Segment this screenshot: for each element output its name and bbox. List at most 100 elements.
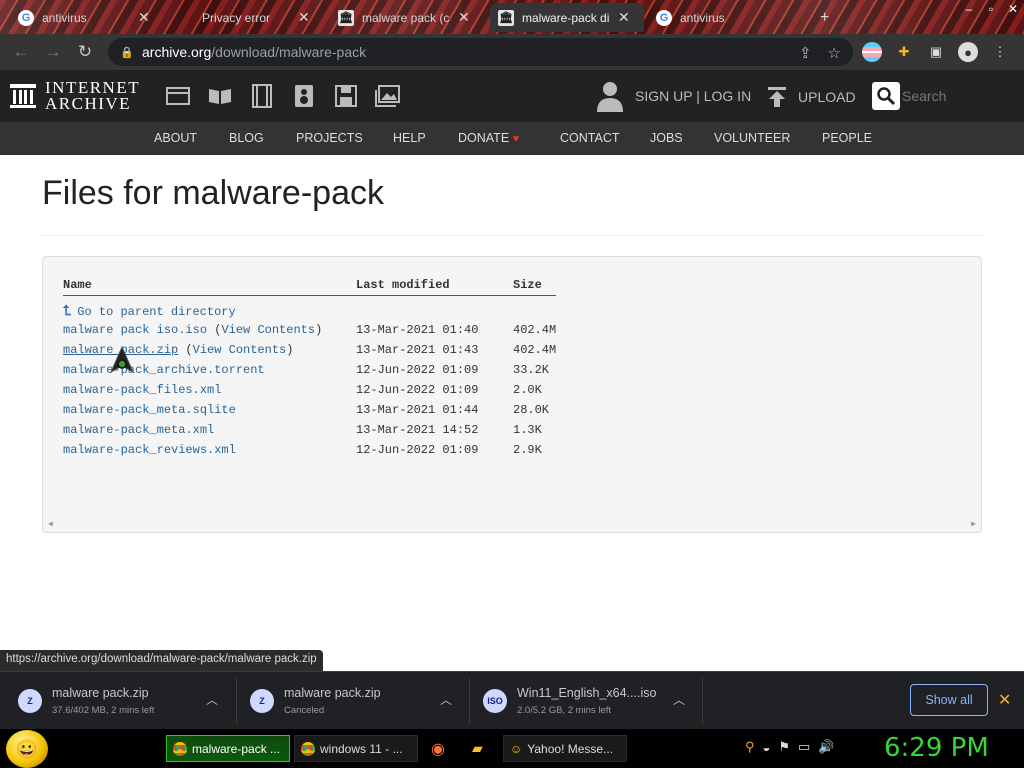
tab-title: antivirus [42,10,87,25]
nav-blog[interactable]: BLOG [229,131,264,145]
close-window-icon[interactable]: ✕ [1002,0,1024,18]
close-icon[interactable]: ✕ [298,9,310,26]
nav-contact[interactable]: CONTACT [560,131,620,145]
archive-icon: 🏛 [498,9,514,26]
taskbar-folder[interactable]: ▰ [465,735,497,762]
chevron-up-icon[interactable]: ︿ [206,691,218,708]
start-button-smiley-icon[interactable]: 😀 [6,730,48,768]
nav-projects[interactable]: PROJECTS [296,131,363,145]
address-bar[interactable]: 🔒 archive.org/download/malware-pack ⇪ ☆ [108,38,853,66]
texts-book-icon[interactable] [207,84,233,108]
window-controls: – ▫ ✕ [958,0,1024,18]
folder-icon: ▰ [472,740,483,756]
taskbar-firefox[interactable]: ◉ [424,735,456,762]
chevron-up-icon[interactable]: ︿ [673,691,685,708]
action-center-flag-icon[interactable]: ⚑ [778,739,790,755]
software-floppy-icon[interactable] [333,84,359,108]
share-icon[interactable]: ⇪ [799,44,812,62]
volume-icon[interactable]: 🔊 [818,739,834,755]
view-contents-link[interactable]: View Contents [193,343,287,357]
tab-malware-pack-cc[interactable]: 🏛 malware pack (cc ✕ [330,3,478,32]
system-tray: ⚲ ◒ ⚑ ▭ 🔊 [745,739,835,755]
file-link[interactable]: malware-pack_archive.torrent [63,363,265,377]
close-icon[interactable]: ✕ [458,9,470,26]
back-button[interactable]: ← [6,37,36,67]
side-panel-icon[interactable]: ▣ [926,42,946,62]
close-icon[interactable]: ✕ [998,690,1011,710]
separator [702,678,703,724]
file-link[interactable]: malware-pack_meta.sqlite [63,403,236,417]
file-modified: 13-Mar-2021 14:52 [356,423,479,437]
upload-arrow-icon [768,87,786,107]
tab-malware-pack-dir[interactable]: 🏛 malware-pack dir ✕ [490,3,644,32]
taskbar: 😀 malware-pack ... windows 11 - ... ◉ ▰ … [0,729,1024,768]
web-icon[interactable] [165,84,191,108]
view-contents-link[interactable]: View Contents [221,323,315,337]
maximize-icon[interactable]: ▫ [980,0,1002,18]
tab-title: malware pack (cc [362,10,450,25]
download-item[interactable]: Z malware pack.zip Canceled ︿ [250,681,460,721]
signup-login-link[interactable]: SIGN UP | LOG IN [635,88,751,104]
file-row: malware-pack_meta.xml 13-Mar-2021 14:52 1.… [43,423,981,439]
up-arrow-icon[interactable]: ⮤ [63,303,71,319]
tab-antivirus-1[interactable]: G antivirus ✕ [10,3,158,32]
new-tab-button[interactable]: + [812,3,837,32]
file-link[interactable]: malware-pack_reviews.xml [63,443,236,457]
nav-about[interactable]: ABOUT [154,131,197,145]
taskbar-label: Yahoo! Messe... [527,741,614,756]
nav-volunteer[interactable]: VOLUNTEER [714,131,790,145]
url-path: /download/malware-pack [211,44,367,60]
download-item[interactable]: Z malware pack.zip 37.6/402 MB, 2 mins l… [18,681,228,721]
file-modified: 13-Mar-2021 01:44 [356,403,479,417]
search-tray-icon[interactable]: ⚲ [745,739,755,755]
scroll-left-arrow[interactable]: ◀ [48,519,53,529]
nav-help[interactable]: HELP [393,131,426,145]
audio-speaker-icon[interactable] [291,84,317,108]
menu-kebab-icon[interactable]: ⋮ [990,42,1010,62]
archive-temple-icon [10,84,36,108]
header-rule [63,295,556,296]
url-host: archive.org [142,44,212,60]
clock[interactable]: 6:29 PM [884,733,989,763]
file-link[interactable]: malware-pack_files.xml [63,383,221,397]
network-icon[interactable]: ▭ [798,739,810,755]
show-all-button[interactable]: Show all [910,684,988,716]
chevron-up-icon[interactable]: ︿ [440,691,452,708]
busy-cursor-icon [110,346,134,374]
nav-donate[interactable]: DONATE ♥ [458,131,519,145]
download-status: 2.0/5.2 GB, 2 mins left [517,705,611,716]
search-icon[interactable] [872,82,900,110]
taskbar-button-yahoo-messenger[interactable]: ☺ Yahoo! Messe... [503,735,627,762]
file-link[interactable]: malware-pack_meta.xml [63,423,214,437]
taskbar-button-malware-pack[interactable]: malware-pack ... [166,735,290,762]
extensions-puzzle-icon[interactable]: ✚ [894,42,914,62]
upload-link[interactable]: UPLOAD [766,86,856,108]
file-link[interactable]: malware pack iso.iso [63,323,207,337]
close-icon[interactable]: ✕ [138,9,150,26]
user-silhouette-icon [597,82,623,112]
minimize-icon[interactable]: – [958,0,980,18]
nav-jobs[interactable]: JOBS [650,131,683,145]
chat-tray-icon[interactable]: ◒ [763,740,771,755]
bookmark-star-icon[interactable]: ☆ [828,44,841,62]
close-icon[interactable]: ✕ [618,9,630,26]
reload-button[interactable]: ↻ [70,37,100,67]
search-input[interactable] [900,88,1000,104]
taskbar-button-windows-11[interactable]: windows 11 - ... [294,735,418,762]
forward-button[interactable]: → [38,37,68,67]
profile-flag-icon[interactable] [862,42,882,62]
nav-people[interactable]: PEOPLE [822,131,872,145]
download-item[interactable]: ISO Win11_English_x64....iso 2.0/5.2 GB,… [483,681,693,721]
video-film-icon[interactable] [249,84,275,108]
col-header-size: Size [513,278,542,292]
images-icon[interactable] [375,84,401,108]
ia-logo[interactable]: INTERNET ARCHIVE [9,79,140,112]
parent-directory-link[interactable]: Go to parent directory [77,305,235,319]
file-name-cell: malware pack iso.iso (View Contents) [63,323,323,337]
nav-donate-label: DONATE [458,131,510,145]
lock-icon[interactable]: 🔒 [120,46,134,59]
tab-antivirus-2[interactable]: G antivirus [648,3,776,32]
scroll-right-arrow[interactable]: ▶ [971,519,976,529]
profile-avatar-icon[interactable]: ● [958,42,978,62]
tab-privacy-error[interactable]: Privacy error ✕ [170,3,318,32]
